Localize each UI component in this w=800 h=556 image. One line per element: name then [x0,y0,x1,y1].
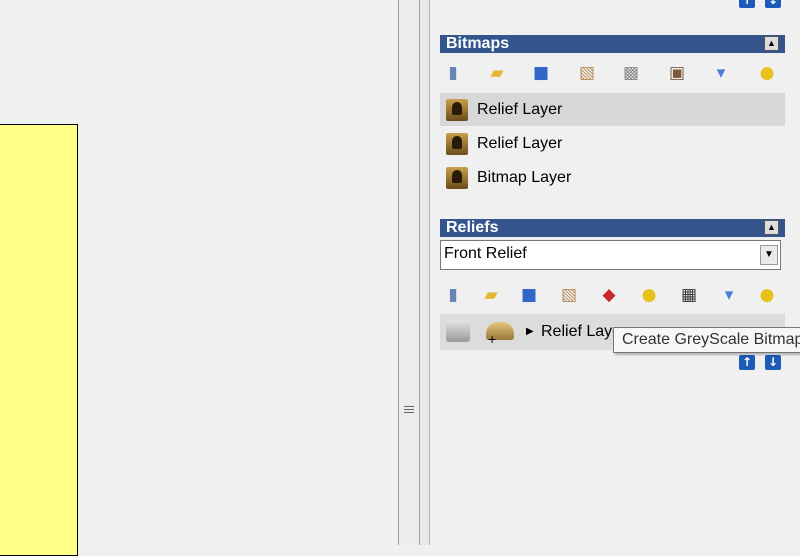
new-relief-icon[interactable]: ▮ [442,284,464,306]
lightbulb-icon[interactable]: ● [756,284,778,306]
reliefs-collapse-button[interactable]: ▲ [764,220,779,235]
texture-icon[interactable]: ▧ [558,284,580,306]
layer-thumbnail [446,167,468,189]
expand-arrow-icon[interactable]: ▶ [526,314,534,350]
texture-icon[interactable]: ▧ [576,62,598,84]
relief-dropdown[interactable]: Front Relief ▼ [440,240,781,270]
open-folder-icon[interactable]: ▰ [480,284,502,306]
move-down-arrow-icon[interactable]: ↓ [765,355,781,370]
drawing-canvas[interactable] [0,0,398,556]
bitmap-layer-row[interactable]: Relief Layer [440,127,785,160]
splitter-grip-icon[interactable] [404,404,414,414]
tooltip: Create GreyScale Bitmap [613,327,800,353]
reliefs-title: Reliefs [446,219,499,236]
save-icon[interactable]: ■ [530,62,552,84]
relief-visibility-icon[interactable] [446,320,470,342]
greyscale-bitmap-icon[interactable]: ▦ [678,284,700,306]
layer-name: Relief Layer [477,101,563,118]
layer-name: Bitmap Layer [477,169,572,186]
delete-bucket-icon[interactable]: ▾ [718,284,740,306]
add-combine-icon: + [488,331,497,347]
bitmap-layer-row[interactable]: Bitmap Layer [440,161,785,194]
layer-name: Relief Layer [477,135,563,152]
bitmaps-collapse-button[interactable]: ▲ [764,36,779,51]
open-folder-icon[interactable]: ▰ [486,62,508,84]
bitmaps-title: Bitmaps [446,35,510,52]
yellow-sheet[interactable] [0,124,78,556]
greyscale-icon[interactable]: ▩ [620,62,642,84]
bitmaps-header[interactable]: Bitmaps ▲ [440,35,785,53]
lightbulb-icon[interactable]: ● [756,62,778,84]
panel-edge [420,0,430,545]
reliefs-toolbar: ▮ ▰ ■ ▧ ◆ ● ▦ ▾ ● [442,284,786,308]
tooltip-text: Create GreyScale Bitmap [622,331,800,348]
new-bitmap-icon[interactable]: ▮ [442,62,464,84]
bitmap-layer-row[interactable]: Relief Layer [440,93,785,126]
reliefs-header[interactable]: Reliefs ▲ [440,219,785,237]
panel-splitter[interactable] [398,0,420,545]
delete-bucket-icon[interactable]: ▾ [710,62,732,84]
move-up-arrow-icon[interactable]: ↑ [739,0,755,8]
save-icon[interactable]: ■ [518,284,540,306]
relief-dropdown-value: Front Relief [444,245,527,262]
bitmaps-toolbar: ▮ ▰ ■ ▧ ▩ ▣ ▾ ● [442,62,786,86]
move-down-arrow-icon[interactable]: ↓ [765,0,781,8]
image-icon[interactable]: ▣ [666,62,688,84]
layer-thumbnail [446,133,468,155]
move-up-arrow-icon[interactable]: ↑ [739,355,755,370]
chevron-down-icon[interactable]: ▼ [760,245,778,265]
layer-stack-icon[interactable]: ◆ [598,284,620,306]
layer-thumbnail [446,99,468,121]
lightbulb-icon[interactable]: ● [638,284,660,306]
